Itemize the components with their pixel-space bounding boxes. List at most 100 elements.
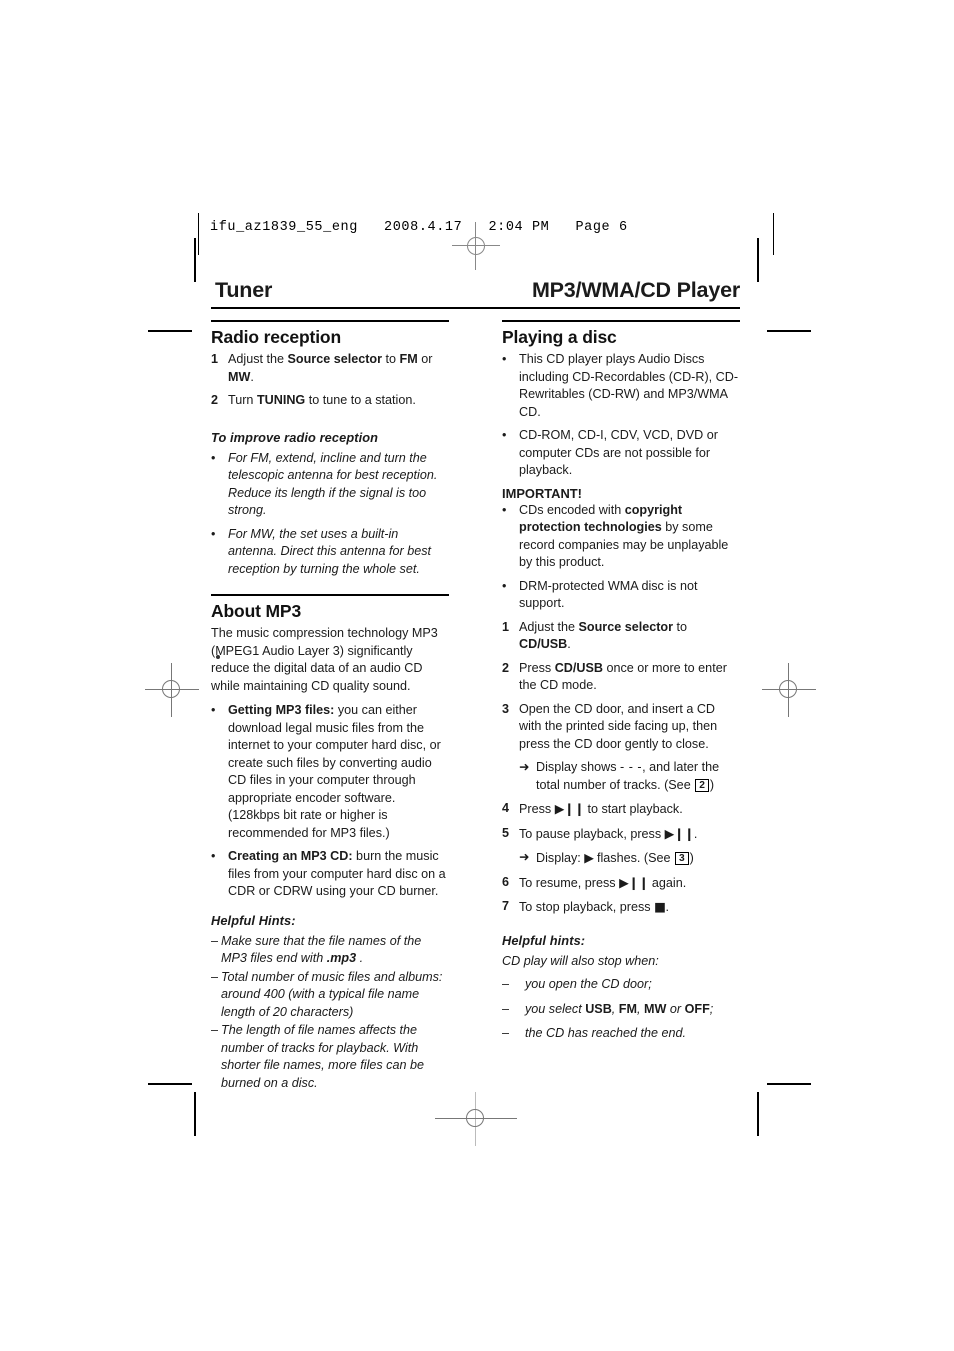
step-text: Adjust the Source selector to FM or MW. — [228, 351, 449, 386]
emphasis-bold: Getting MP3 files: — [228, 703, 335, 717]
text-run: or — [417, 352, 433, 366]
emphasis-bold: FM — [399, 352, 418, 366]
emphasis-bold: TUNING — [256, 393, 306, 407]
bullet-icon: • — [502, 428, 507, 442]
step-number: 6 — [502, 874, 510, 889]
right-column: Playing a disc • This CD player plays Aud… — [502, 320, 740, 1093]
arrow-right-icon: ➜ — [519, 850, 530, 864]
numbered-step: 1 Adjust the Source selector to FM or MW. — [211, 351, 449, 386]
bullet-item: • CD-ROM, CD-I, CDV, VCD, DVD or computer… — [502, 427, 740, 480]
about-mp3-helpful-hints: – Make sure that the file names of the MP… — [211, 933, 449, 1093]
bullet-icon: • — [502, 502, 507, 517]
emphasis-italic: you open the CD door; — [525, 977, 652, 991]
step-text: To stop playback, press ■. — [519, 898, 740, 917]
emphasis-bold: MW — [228, 369, 251, 384]
about-mp3-bullets: • Getting MP3 files: you can either downl… — [211, 702, 449, 901]
step-result-row: ➜ Display shows - - -, and later the tota… — [502, 759, 740, 794]
display-dashes-indicator: - - - — [620, 760, 643, 774]
numbered-step: 2 Turn TUNING to tune to a station. — [211, 392, 449, 410]
bullet-item: • For MW, the set uses a built-in antenna… — [211, 526, 449, 579]
bullet-icon: • — [211, 849, 216, 863]
important-bullets: • CDs encoded with copyright protection t… — [502, 502, 740, 613]
emphasis-italic: , — [611, 1001, 619, 1016]
registration-mark-left — [145, 663, 199, 717]
crop-mark-top-right-horizontal — [767, 330, 811, 332]
running-head-rule — [211, 307, 740, 309]
numbered-step: 3 Open the CD door, and insert a CD with … — [502, 701, 740, 754]
crop-mark-bottom-left-horizontal — [148, 1083, 192, 1085]
bullet-item: • DRM-protected WMA disc is not support. — [502, 578, 740, 613]
emphasis-italic: Total number of music files and albums: … — [221, 969, 443, 1019]
text-run: again. — [648, 875, 687, 890]
dash-item: – you select USB, FM, MW or OFF; — [502, 1001, 740, 1019]
text-run: . — [567, 637, 571, 651]
emphasis-bold: OFF — [684, 1001, 710, 1016]
emphasis-italic: or — [666, 1001, 685, 1016]
bullet-text: CD-ROM, CD-I, CDV, VCD, DVD or computer … — [519, 428, 718, 477]
step-text: To pause playback, press ▶❙❙. — [519, 825, 740, 844]
emphasis-italic: the CD has reached the end. — [525, 1026, 687, 1041]
arrow-right-icon: ➜ — [519, 760, 530, 774]
subheading-helpful-hints-right: Helpful hints: — [502, 932, 586, 948]
bullet-icon: • — [502, 578, 507, 593]
numbered-step: 5 To pause playback, press ▶❙❙. — [502, 825, 740, 844]
step-number: 2 — [211, 393, 219, 407]
text-run: To resume, press — [519, 875, 620, 890]
registration-mark-circle — [162, 680, 180, 698]
step-result-row: ➜ Display: ▶ flashes. (See 3) — [502, 849, 740, 868]
text-run: Adjust the — [228, 352, 288, 366]
step-number: 2 — [502, 660, 510, 675]
step-text: Adjust the Source selector to CD/USB. — [519, 619, 740, 654]
step-text: Press CD/USB once or more to enter the C… — [519, 660, 740, 695]
emphasis-bold: CD/USB — [554, 660, 603, 675]
step-number: 7 — [502, 899, 510, 913]
section-rule-playing-a-disc — [502, 320, 740, 322]
left-column: Radio reception 1 Adjust the Source selec… — [211, 320, 449, 1093]
dash-text: Total number of music files and albums: … — [221, 969, 449, 1022]
text-run: . — [693, 826, 698, 841]
text-run: ) — [689, 851, 694, 865]
dash-item: – you open the CD door; — [502, 976, 740, 994]
dash-item: – Make sure that the file names of the MP… — [211, 933, 449, 968]
bullet-text: Creating an MP3 CD: burn the music files… — [228, 848, 449, 901]
text-run: to start playback. — [584, 802, 683, 816]
bullet-item: • This CD player plays Audio Discs includ… — [502, 351, 740, 421]
running-head-left: Tuner — [215, 278, 273, 302]
emphasis-bold: MW — [643, 1001, 667, 1016]
playback-symbol-icon: ▶❙❙ — [554, 801, 585, 816]
text-run: Display shows — [536, 760, 620, 774]
dash-icon: – — [211, 933, 219, 948]
figure-reference-box: 2 — [695, 778, 709, 792]
radio-reception-steps: 1 Adjust the Source selector to FM or MW.… — [211, 351, 449, 410]
bullet-text: DRM-protected WMA disc is not support. — [519, 578, 740, 613]
step-text: Press ▶❙❙ to start playback. — [519, 800, 740, 819]
registration-mark-bottom — [435, 1092, 517, 1146]
text-run: Turn — [228, 393, 257, 407]
crop-mark-top-left-vertical — [194, 238, 196, 282]
dash-icon: – — [211, 1023, 219, 1037]
numbered-step: 7 To stop playback, press ■. — [502, 898, 740, 917]
helpful-hints-lead-right: CD play will also stop when: — [502, 953, 659, 968]
text-run: to tune to a station. — [305, 393, 416, 407]
text-run: flashes. (See — [593, 851, 674, 865]
improve-reception-bullets: • For FM, extend, incline and turn the te… — [211, 450, 449, 579]
emphasis-bold: Creating an MP3 CD: — [228, 849, 353, 863]
emphasis-italic: Make sure that the file names of the MP3… — [221, 933, 422, 966]
bullet-icon: • — [211, 526, 216, 541]
dash-text: Make sure that the file names of the MP3… — [221, 933, 449, 968]
text-run: to — [673, 619, 688, 634]
heading-radio-reception: Radio reception — [211, 327, 341, 347]
crop-mark-bottom-left-vertical — [194, 1092, 196, 1136]
page-content: Tuner MP3/WMA/CD Player Radio reception … — [211, 278, 740, 1093]
section-rule-radio-reception — [211, 320, 449, 322]
text-run: ) — [709, 777, 715, 792]
text-run: Press — [519, 802, 555, 816]
bullet-item: • CDs encoded with copyright protection t… — [502, 502, 740, 572]
bullet-item: • Getting MP3 files: you can either downl… — [211, 702, 449, 842]
about-mp3-lead-paragraph: The music compression technology MP3 (MP… — [211, 626, 438, 693]
bullet-icon: • — [502, 352, 507, 366]
running-head: Tuner MP3/WMA/CD Player — [211, 278, 740, 303]
registration-mark-circle — [467, 237, 485, 255]
step-number: 5 — [502, 825, 510, 840]
dash-item: – the CD has reached the end. — [502, 1025, 740, 1043]
